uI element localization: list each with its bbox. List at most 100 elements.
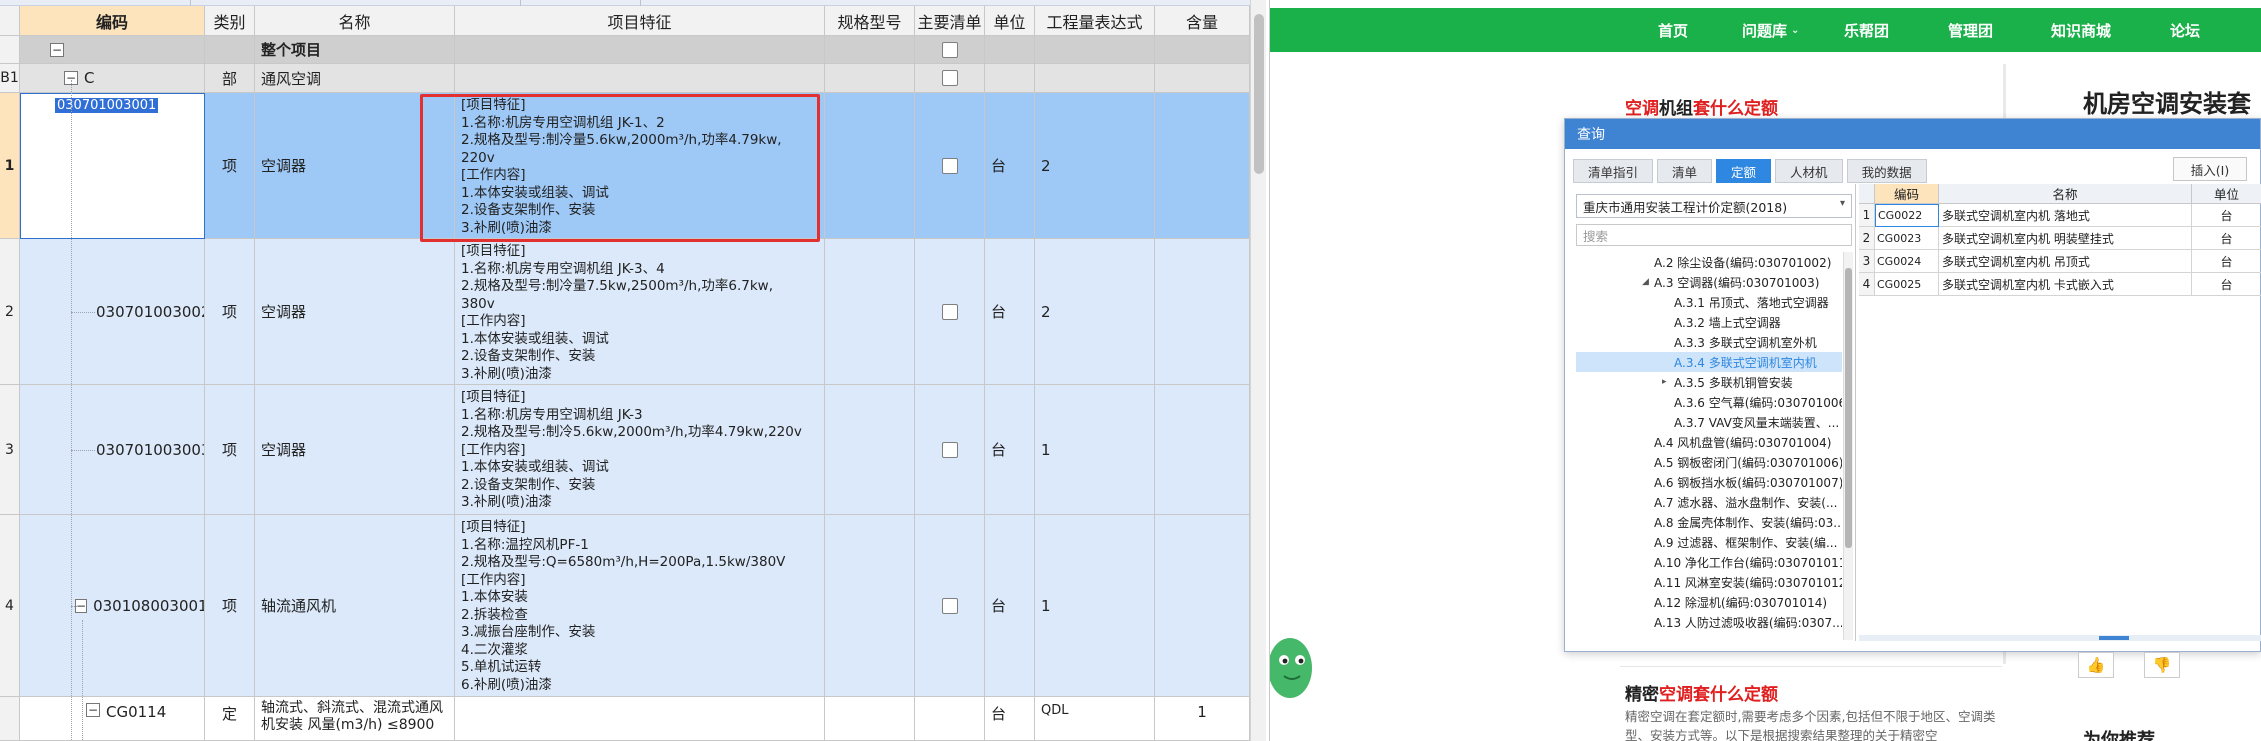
main-list-checkbox[interactable] — [941, 441, 958, 458]
quantity-cell[interactable]: 2 — [1035, 239, 1155, 385]
grid-header-code[interactable]: 编码 — [1875, 184, 1939, 204]
quantity-cell[interactable]: 1 — [1035, 385, 1155, 515]
nav-questions[interactable]: 问题库 ⌄ — [1742, 8, 1799, 52]
article-title[interactable]: 空调机组套什么定额 — [1625, 94, 1778, 119]
category-cell[interactable]: 项 — [205, 385, 255, 515]
tree-node[interactable]: A.3.7 VAV变风量末端装置、... — [1576, 412, 1842, 432]
tree-node[interactable]: A.11 风淋室安装(编码:030701012) — [1576, 572, 1842, 592]
grid-row[interactable]: 1 CG0022 多联式空调机室内机 落地式 台 — [1859, 204, 2261, 227]
feature-cell[interactable]: [项目特征] 1.名称:机房专用空调机组 JK-3、4 2.规格及型号:制冷量7… — [455, 239, 825, 385]
header-category[interactable]: 类别 — [205, 6, 255, 36]
table-row[interactable]: 3 030701003003 项 空调器 [项目特征] 1.名称:机房专用空调机… — [0, 385, 1250, 515]
group-row[interactable]: − 整个项目 — [0, 36, 1250, 64]
grid-code[interactable]: CG0022 — [1875, 204, 1939, 227]
grid-name[interactable]: 多联式空调机室内机 明装壁挂式 — [1939, 227, 2192, 250]
tree-node[interactable]: A.3.2 墙上式空调器 — [1576, 312, 1842, 332]
code-cell[interactable]: 030701003002 — [20, 239, 205, 385]
expand-arrow-icon[interactable]: ◢ — [1642, 277, 1649, 287]
header-unit[interactable]: 单位 — [985, 6, 1035, 36]
grid-unit[interactable]: 台 — [2192, 273, 2261, 296]
feature-cell[interactable] — [455, 697, 825, 741]
spec-cell[interactable] — [825, 93, 915, 239]
scroll-thumb[interactable] — [1254, 14, 1264, 174]
collapse-icon[interactable]: − — [86, 703, 100, 717]
grid-row[interactable]: 2 CG0023 多联式空调机室内机 明装壁挂式 台 — [1859, 227, 2261, 250]
tree-node[interactable]: A.13 人防过滤吸收器(编码:0307... — [1576, 612, 1842, 632]
category-cell[interactable]: 项 — [205, 239, 255, 385]
main-list-checkbox[interactable] — [941, 157, 958, 174]
dialog-title[interactable]: 查询 — [1565, 119, 2260, 149]
unit-cell[interactable]: 台 — [985, 697, 1035, 741]
tab-my-data[interactable]: 我的数据 — [1846, 159, 1927, 183]
name-cell[interactable]: 轴流式、斜流式、混流式通风 机安装 风量(m3/h) ≤8900 — [255, 697, 455, 741]
thumbs-down-icon[interactable]: 👎 — [2144, 652, 2180, 678]
content-cell[interactable] — [1155, 515, 1250, 697]
spec-cell[interactable] — [825, 239, 915, 385]
tab-list[interactable]: 清单 — [1657, 159, 1713, 183]
table-row[interactable]: − CG0114 定 轴流式、斜流式、混流式通风 机安装 风量(m3/h) ≤89… — [0, 697, 1250, 741]
content-cell[interactable] — [1155, 93, 1250, 239]
tree-scrollbar[interactable] — [1843, 252, 1853, 640]
tree-node[interactable]: A.3.1 吊顶式、落地式空调器 — [1576, 292, 1842, 312]
feature-cell[interactable]: [项目特征] 1.名称:温控风机PF-1 2.规格及型号:Q=6580m³/h,… — [455, 515, 825, 697]
nav-forum[interactable]: 论坛 — [2170, 8, 2200, 52]
quantity-cell[interactable]: QDL — [1035, 697, 1155, 741]
content-cell[interactable]: 1 — [1155, 697, 1250, 741]
quantity-cell[interactable]: 2 — [1035, 93, 1155, 239]
category-cell[interactable]: 项 — [205, 93, 255, 239]
main-list-checkbox[interactable] — [941, 303, 958, 320]
nav-home[interactable]: 首页 — [1658, 8, 1688, 52]
tree-node[interactable]: A.12 除湿机(编码:030701014) — [1576, 592, 1842, 612]
spec-cell[interactable] — [825, 385, 915, 515]
tab-materials[interactable]: 人材机 — [1775, 159, 1843, 183]
code-cell[interactable]: CG0114 — [106, 703, 166, 721]
grid-unit[interactable]: 台 — [2192, 204, 2261, 227]
category-cell[interactable]: 定 — [205, 697, 255, 741]
grid-code[interactable]: CG0024 — [1875, 250, 1939, 273]
section-row[interactable]: B1 − C 部 通风空调 — [0, 64, 1250, 93]
grid-unit[interactable]: 台 — [2192, 250, 2261, 273]
spec-cell[interactable] — [825, 515, 915, 697]
grid-row[interactable]: 3 CG0024 多联式空调机室内机 吊顶式 台 — [1859, 250, 2261, 273]
quantity-cell[interactable]: 1 — [1035, 515, 1155, 697]
grid-unit[interactable]: 台 — [2192, 227, 2261, 250]
grid-header-unit[interactable]: 单位 — [2192, 184, 2261, 204]
scroll-thumb[interactable] — [1845, 268, 1852, 548]
name-cell[interactable]: 空调器 — [255, 385, 455, 515]
nav-admin[interactable]: 管理团 — [1948, 8, 1993, 52]
code-cell-edit[interactable]: 030701003001 — [20, 93, 205, 239]
grid-row[interactable]: 4 CG0025 多联式空调机室内机 卡式嵌入式 台 — [1859, 273, 2261, 296]
header-spec[interactable]: 规格型号 — [825, 6, 915, 36]
search-input[interactable]: 搜索 — [1576, 224, 1852, 246]
expand-arrow-icon[interactable]: ▸ — [1662, 377, 1667, 387]
main-list-checkbox[interactable] — [941, 597, 958, 614]
scroll-thumb[interactable] — [2099, 636, 2129, 640]
tree-node[interactable]: A.5 钢板密闭门(编码:030701006) — [1576, 452, 1842, 472]
header-feature[interactable]: 项目特征 — [455, 6, 825, 36]
tree-node[interactable]: ▸ A.3.5 多联机铜管安装 — [1576, 372, 1842, 392]
nav-store[interactable]: 知识商城 — [2051, 8, 2111, 52]
tree-node[interactable]: A.8 金属壳体制作、安装(编码:03... — [1576, 512, 1842, 532]
tree-node-selected[interactable]: A.3.4 多联式空调机室内机 — [1576, 352, 1842, 372]
main-list-checkbox[interactable] — [941, 70, 958, 86]
grid-name[interactable]: 多联式空调机室内机 吊顶式 — [1939, 250, 2192, 273]
grid-code[interactable]: CG0025 — [1875, 273, 1939, 296]
spec-cell[interactable] — [825, 697, 915, 741]
tree-node[interactable]: A.9 过滤器、框架制作、安装(编... — [1576, 532, 1842, 552]
content-cell[interactable] — [1155, 385, 1250, 515]
grid-code[interactable]: CG0023 — [1875, 227, 1939, 250]
header-code[interactable]: 编码 — [20, 6, 205, 36]
unit-cell[interactable]: 台 — [985, 515, 1035, 697]
header-main-list[interactable]: 主要清单 — [915, 6, 985, 36]
unit-cell[interactable]: 台 — [985, 93, 1035, 239]
code-cell[interactable]: 030108003001 — [93, 597, 204, 615]
table-row[interactable]: 2 030701003002 项 空调器 [项目特征] 1.名称:机房专用空调机… — [0, 239, 1250, 385]
grid-header-name[interactable]: 名称 — [1939, 184, 2192, 204]
feature-cell[interactable]: [项目特征] 1.名称:机房专用空调机组 JK-3 2.规格及型号:制冷5.6k… — [455, 385, 825, 515]
grid-hscrollbar[interactable] — [1859, 635, 2261, 641]
tree-node[interactable]: A.10 净化工作台(编码:030701011) — [1576, 552, 1842, 572]
insert-button[interactable]: 插入(I) — [2173, 157, 2247, 181]
tab-quota[interactable]: 定额 — [1716, 159, 1772, 183]
tree-node[interactable]: A.4 风机盘管(编码:030701004) — [1576, 432, 1842, 452]
header-name[interactable]: 名称 — [255, 6, 455, 36]
